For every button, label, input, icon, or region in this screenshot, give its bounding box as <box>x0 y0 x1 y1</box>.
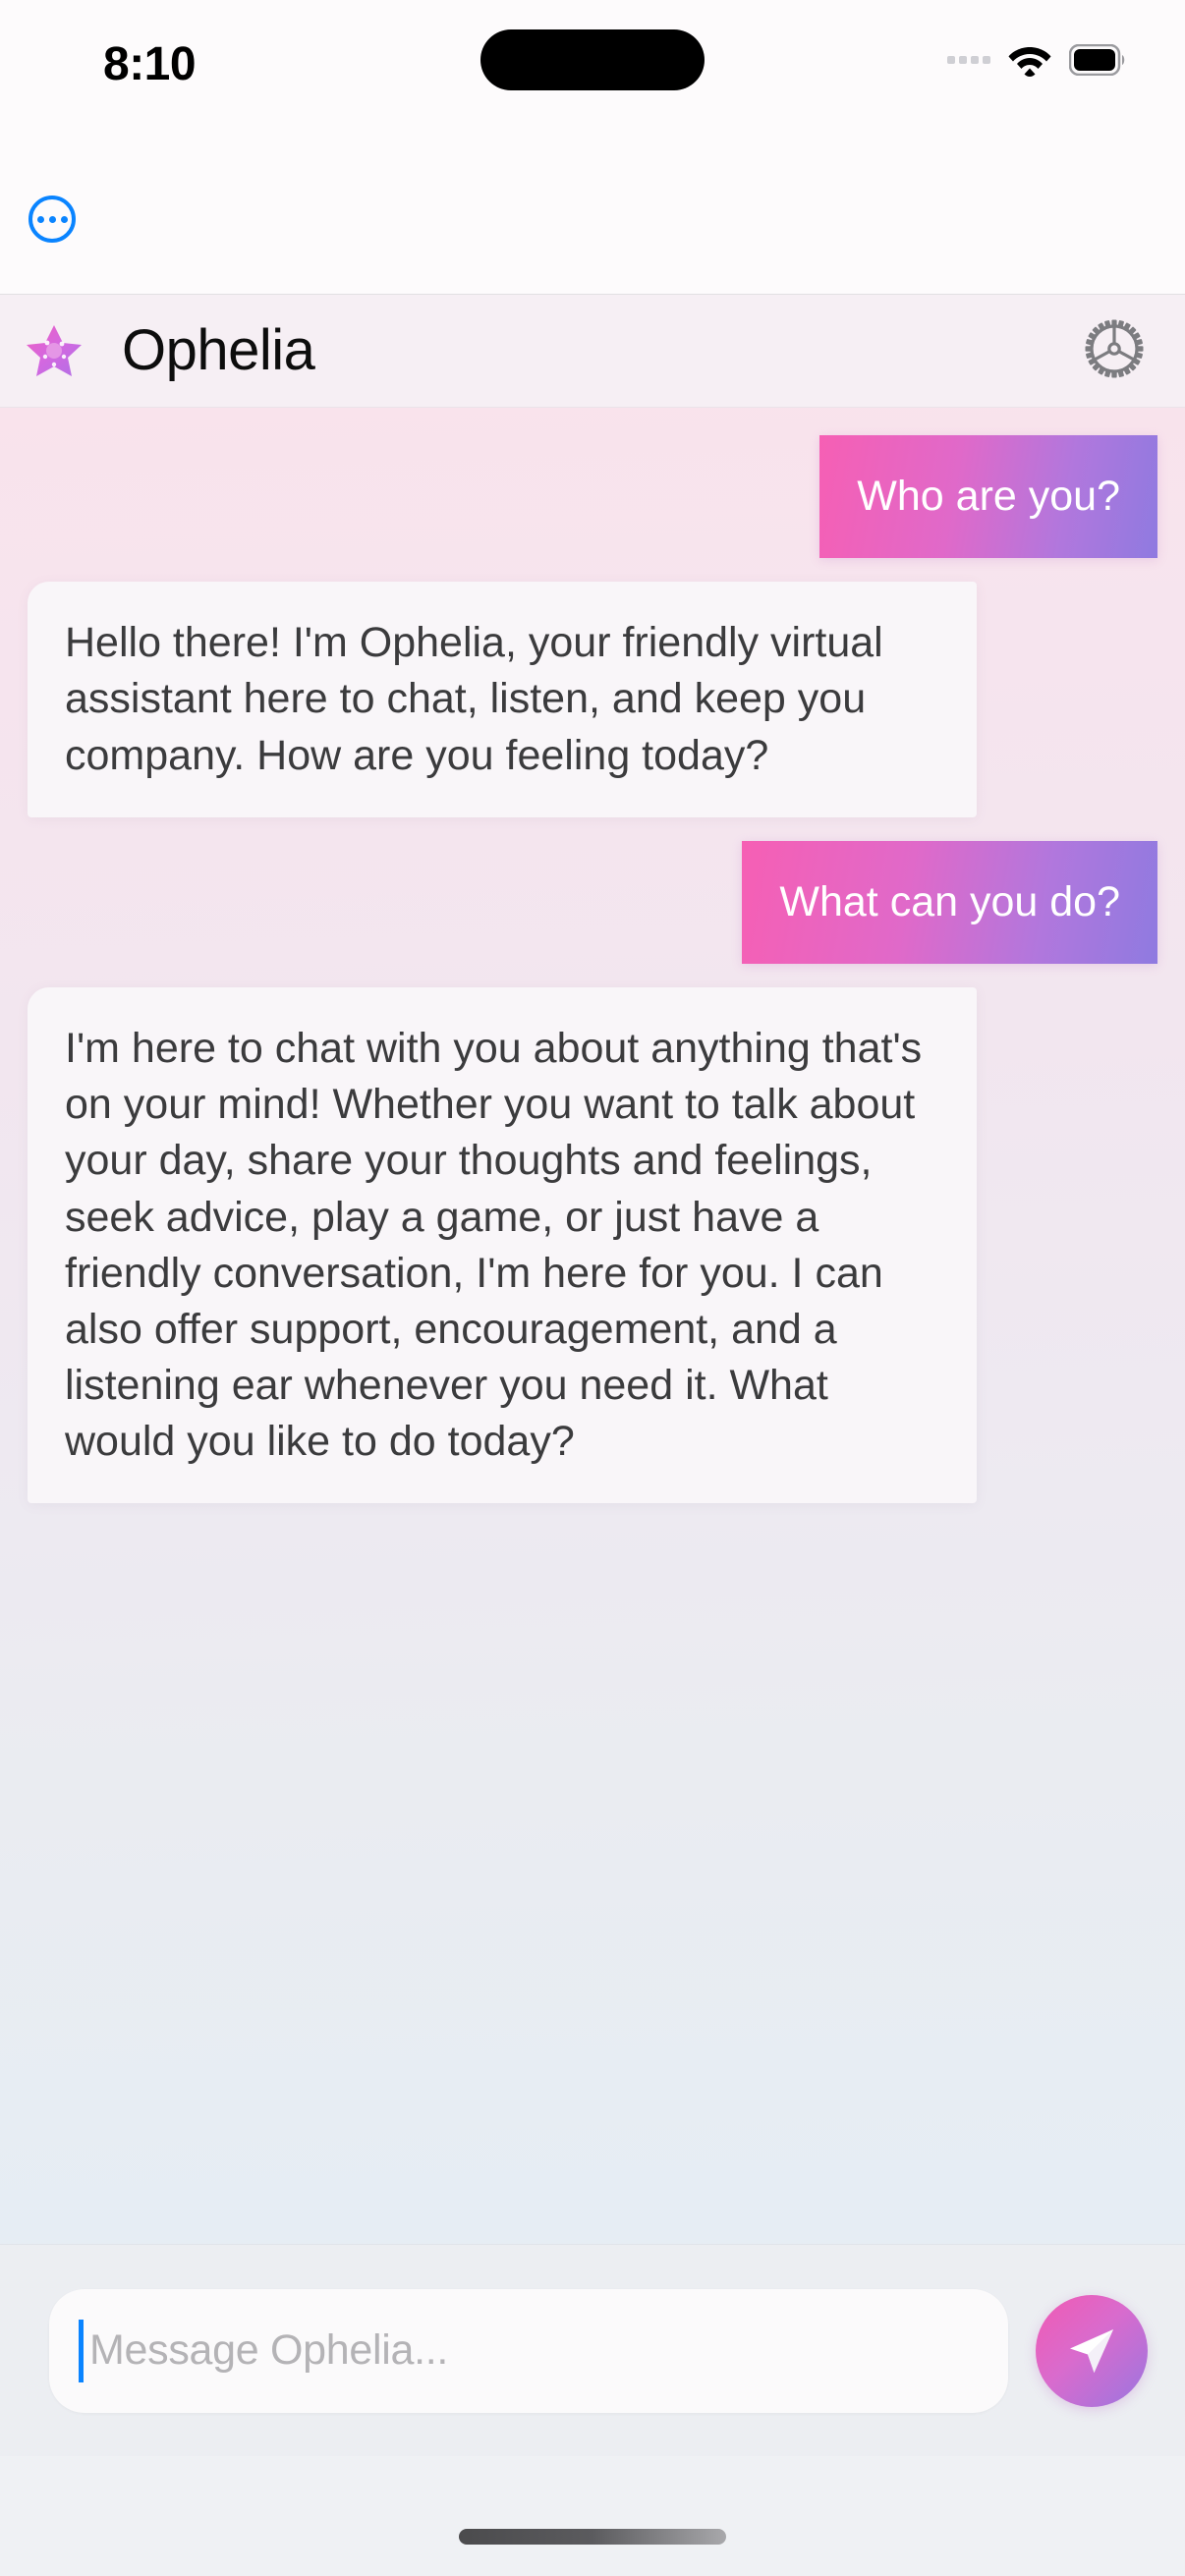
message-input-placeholder: Message Ophelia... <box>89 2326 449 2374</box>
message-row: I'm here to chat with you about anything… <box>0 986 1185 1504</box>
message-input-bar: Message Ophelia... <box>0 2244 1185 2456</box>
dynamic-island <box>480 29 705 90</box>
ellipsis-circle-icon <box>36 215 68 223</box>
battery-full-icon <box>1069 44 1126 76</box>
text-cursor <box>79 2319 84 2382</box>
pink-star-icon <box>24 320 85 381</box>
message-row: Who are you? <box>0 435 1185 559</box>
gear-icon <box>1083 317 1146 385</box>
cellular-dots-icon <box>947 56 990 64</box>
send-button[interactable] <box>1036 2294 1148 2407</box>
message-list[interactable]: Who are you? Hello there! I'm Ophelia, y… <box>0 408 1185 2244</box>
settings-button[interactable] <box>1083 319 1146 382</box>
home-indicator[interactable] <box>459 2529 726 2545</box>
message-row: What can you do? <box>0 840 1185 964</box>
app-header: Ophelia <box>0 295 1185 408</box>
status-time: 8:10 <box>103 38 197 90</box>
more-options-button[interactable] <box>28 196 76 243</box>
user-message-bubble: Who are you? <box>819 435 1157 559</box>
nav-bar <box>0 177 1185 295</box>
page-title: Ophelia <box>122 318 315 382</box>
phone-screen: 8:10 Ophelia Who are you? Hello there! I… <box>0 0 1185 2576</box>
message-row: Hello there! I'm Ophelia, your friendly … <box>0 582 1185 817</box>
assistant-message-bubble: I'm here to chat with you about anything… <box>28 986 977 1504</box>
home-indicator-area <box>0 2456 1185 2576</box>
status-indicators <box>947 43 1126 77</box>
assistant-message-bubble: Hello there! I'm Ophelia, your friendly … <box>28 582 977 817</box>
status-bar: 8:10 <box>0 0 1185 177</box>
message-input[interactable]: Message Ophelia... <box>49 2288 1008 2413</box>
user-message-bubble: What can you do? <box>742 840 1157 964</box>
wifi-icon <box>1008 43 1051 77</box>
send-paper-plane-icon <box>1064 2324 1119 2379</box>
